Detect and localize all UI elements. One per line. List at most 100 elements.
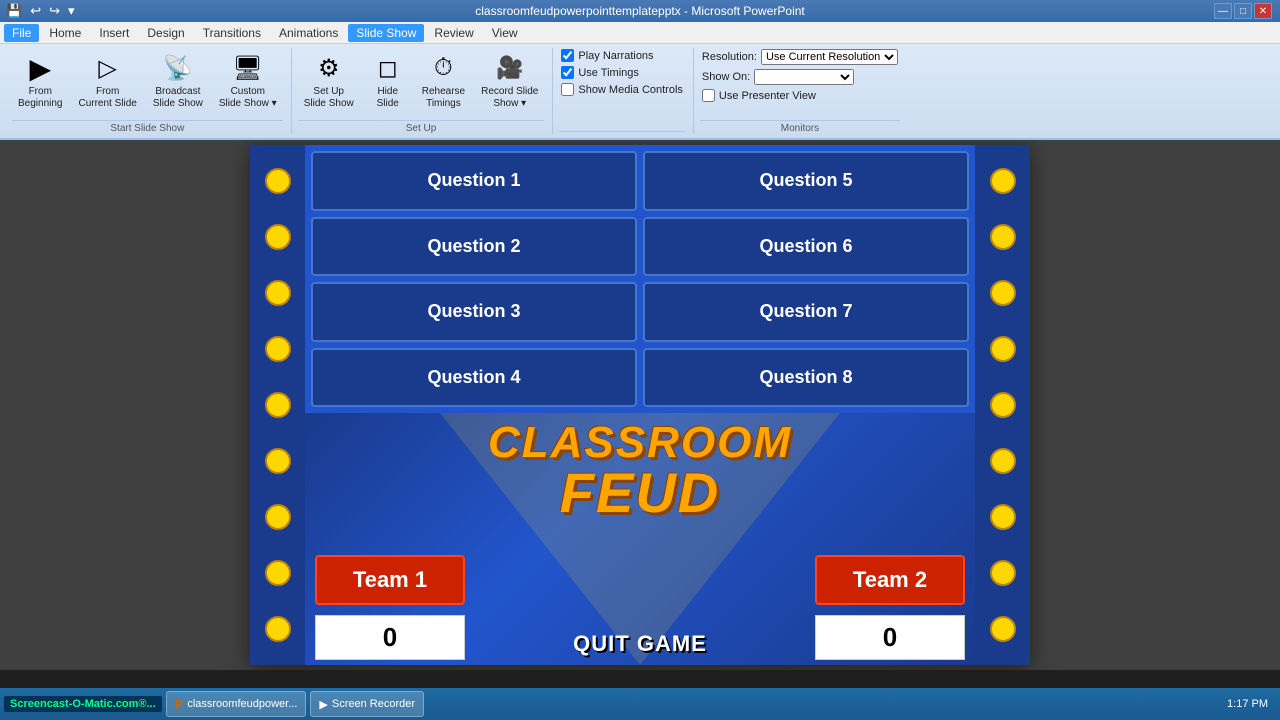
game-lower: CLASSROOM FEUD Team 1 Team 2 0 0 QUIT GA… — [305, 413, 975, 665]
maximize-button[interactable]: □ — [1234, 3, 1252, 19]
team1-score: 0 — [315, 615, 465, 660]
record-icon: 🎥 — [494, 52, 526, 84]
ribbon-group-monitors: Resolution: Use Current Resolution Show … — [696, 48, 908, 134]
setup-slideshow-btn[interactable]: ⚙ Set UpSlide Show — [298, 48, 360, 114]
quick-access-toolbar: 💾 ↩ ↪ ▾ — [4, 0, 77, 22]
presenter-view-checkbox[interactable] — [702, 89, 715, 102]
recorder-label: Screen Recorder — [332, 698, 415, 710]
menu-transitions[interactable]: Transitions — [195, 24, 269, 42]
rehearse-btn[interactable]: ⏱ RehearseTimings — [416, 48, 471, 114]
from-beginning-btn[interactable]: ▶ FromBeginning — [12, 48, 68, 114]
menu-home[interactable]: Home — [41, 24, 89, 42]
use-timings-checkbox[interactable] — [561, 66, 574, 79]
setup-slideshow-icon: ⚙ — [313, 52, 345, 84]
menu-animations[interactable]: Animations — [271, 24, 346, 42]
ribbon-group-options: Play Narrations Use Timings Show Media C… — [555, 48, 694, 134]
ribbon-group-setup: ⚙ Set UpSlide Show ◻ HideSlide ⏱ Rehears… — [294, 48, 554, 134]
hide-slide-btn[interactable]: ◻ HideSlide — [364, 48, 412, 114]
play-narrations-row: Play Narrations — [559, 48, 685, 63]
dot-right-4 — [990, 336, 1016, 362]
play-narrations-checkbox[interactable] — [561, 49, 574, 62]
group-setup-label: Set Up — [298, 120, 545, 134]
questions-grid: Question 1 Question 5 Question 2 Questio… — [305, 145, 975, 413]
team2-button[interactable]: Team 2 — [815, 555, 965, 605]
from-beginning-icon: ▶ — [24, 52, 56, 84]
qa-more[interactable]: ▾ — [66, 3, 77, 19]
qa-redo[interactable]: ↪ — [47, 3, 62, 19]
resolution-label: Resolution: — [702, 51, 757, 63]
show-media-row: Show Media Controls — [559, 82, 685, 97]
broadcast-icon: 📡 — [162, 52, 194, 84]
menu-file[interactable]: File — [4, 24, 39, 42]
left-dots — [250, 145, 305, 665]
checkboxes-col: Play Narrations Use Timings Show Media C… — [559, 48, 685, 97]
close-button[interactable]: ✕ — [1254, 3, 1272, 19]
ribbon-group-start-slideshow: ▶ FromBeginning ▷ FromCurrent Slide 📡 Br… — [8, 48, 292, 134]
question-5-btn[interactable]: Question 5 — [643, 151, 969, 211]
dot-right-1 — [990, 168, 1016, 194]
qa-undo[interactable]: ↩ — [28, 3, 43, 19]
menu-insert[interactable]: Insert — [91, 24, 137, 42]
ppt-icon: P — [175, 697, 184, 712]
quit-game-button[interactable]: QUIT GAME — [573, 631, 707, 657]
menu-view[interactable]: View — [484, 24, 526, 42]
dot-left-6 — [265, 448, 291, 474]
show-on-row: Show On: — [700, 68, 900, 86]
window-title: classroomfeudpowerpointtemplatepptx - Mi… — [475, 4, 804, 18]
right-dots — [975, 145, 1030, 665]
ribbon-group-monitors-content: Resolution: Use Current Resolution Show … — [700, 48, 900, 118]
question-7-btn[interactable]: Question 7 — [643, 282, 969, 342]
question-3-btn[interactable]: Question 3 — [311, 282, 637, 342]
team2-score: 0 — [815, 615, 965, 660]
show-media-checkbox[interactable] — [561, 83, 574, 96]
broadcast-btn[interactable]: 📡 BroadcastSlide Show — [147, 48, 209, 114]
slide-canvas: Question 1 Question 5 Question 2 Questio… — [250, 145, 1030, 665]
qa-save[interactable]: 💾 — [4, 3, 24, 19]
question-1-btn[interactable]: Question 1 — [311, 151, 637, 211]
from-current-label: FromCurrent Slide — [78, 86, 136, 110]
screen-recorder-taskbar-item[interactable]: ▶ Screen Recorder — [310, 691, 424, 717]
ribbon-group-start-content: ▶ FromBeginning ▷ FromCurrent Slide 📡 Br… — [12, 48, 283, 118]
slide-area: Question 1 Question 5 Question 2 Questio… — [0, 140, 1280, 670]
classroom-text: CLASSROOM — [488, 421, 792, 465]
from-current-btn[interactable]: ▷ FromCurrent Slide — [72, 48, 142, 114]
ribbon-group-setup-content: ⚙ Set UpSlide Show ◻ HideSlide ⏱ Rehears… — [298, 48, 545, 118]
question-2-btn[interactable]: Question 2 — [311, 217, 637, 277]
show-on-select[interactable] — [754, 69, 854, 85]
game-title: CLASSROOM FEUD — [488, 421, 792, 521]
brand-label: Screencast-O-Matic.com®... — [4, 696, 162, 712]
monitors-col: Resolution: Use Current Resolution Show … — [700, 48, 900, 103]
menu-review[interactable]: Review — [426, 24, 481, 42]
window-controls: — □ ✕ — [1214, 3, 1272, 19]
use-timings-row: Use Timings — [559, 65, 685, 80]
from-current-icon: ▷ — [92, 52, 124, 84]
question-8-btn[interactable]: Question 8 — [643, 348, 969, 408]
group-options-label — [559, 131, 685, 134]
resolution-select[interactable]: Use Current Resolution — [761, 49, 898, 65]
question-4-btn[interactable]: Question 4 — [311, 348, 637, 408]
ribbon-group-options-content: Play Narrations Use Timings Show Media C… — [559, 48, 685, 129]
powerpoint-taskbar-item[interactable]: P classroomfeudpower... — [166, 691, 307, 717]
team1-button[interactable]: Team 1 — [315, 555, 465, 605]
menu-design[interactable]: Design — [139, 24, 192, 42]
record-btn[interactable]: 🎥 Record SlideShow ▾ — [475, 48, 544, 114]
dot-left-4 — [265, 336, 291, 362]
menu-slideshow[interactable]: Slide Show — [348, 24, 424, 42]
feud-text: FEUD — [488, 465, 792, 521]
menu-bar: File Home Insert Design Transitions Anim… — [0, 22, 1280, 44]
from-beginning-label: FromBeginning — [18, 86, 62, 110]
hide-slide-icon: ◻ — [372, 52, 404, 84]
minimize-button[interactable]: — — [1214, 3, 1232, 19]
ppt-label: classroomfeudpower... — [187, 698, 297, 710]
dot-left-9 — [265, 616, 291, 642]
question-6-btn[interactable]: Question 6 — [643, 217, 969, 277]
presenter-view-row: Use Presenter View — [700, 88, 900, 103]
record-label: Record SlideShow ▾ — [481, 86, 538, 110]
teams-row: Team 1 Team 2 — [305, 555, 975, 605]
taskbar: Screencast-O-Matic.com®... P classroomfe… — [0, 688, 1280, 720]
dot-right-9 — [990, 616, 1016, 642]
dot-right-2 — [990, 224, 1016, 250]
resolution-row: Resolution: Use Current Resolution — [700, 48, 900, 66]
custom-slideshow-btn[interactable]: 🖥 CustomSlide Show ▾ — [213, 48, 283, 114]
dot-right-3 — [990, 280, 1016, 306]
